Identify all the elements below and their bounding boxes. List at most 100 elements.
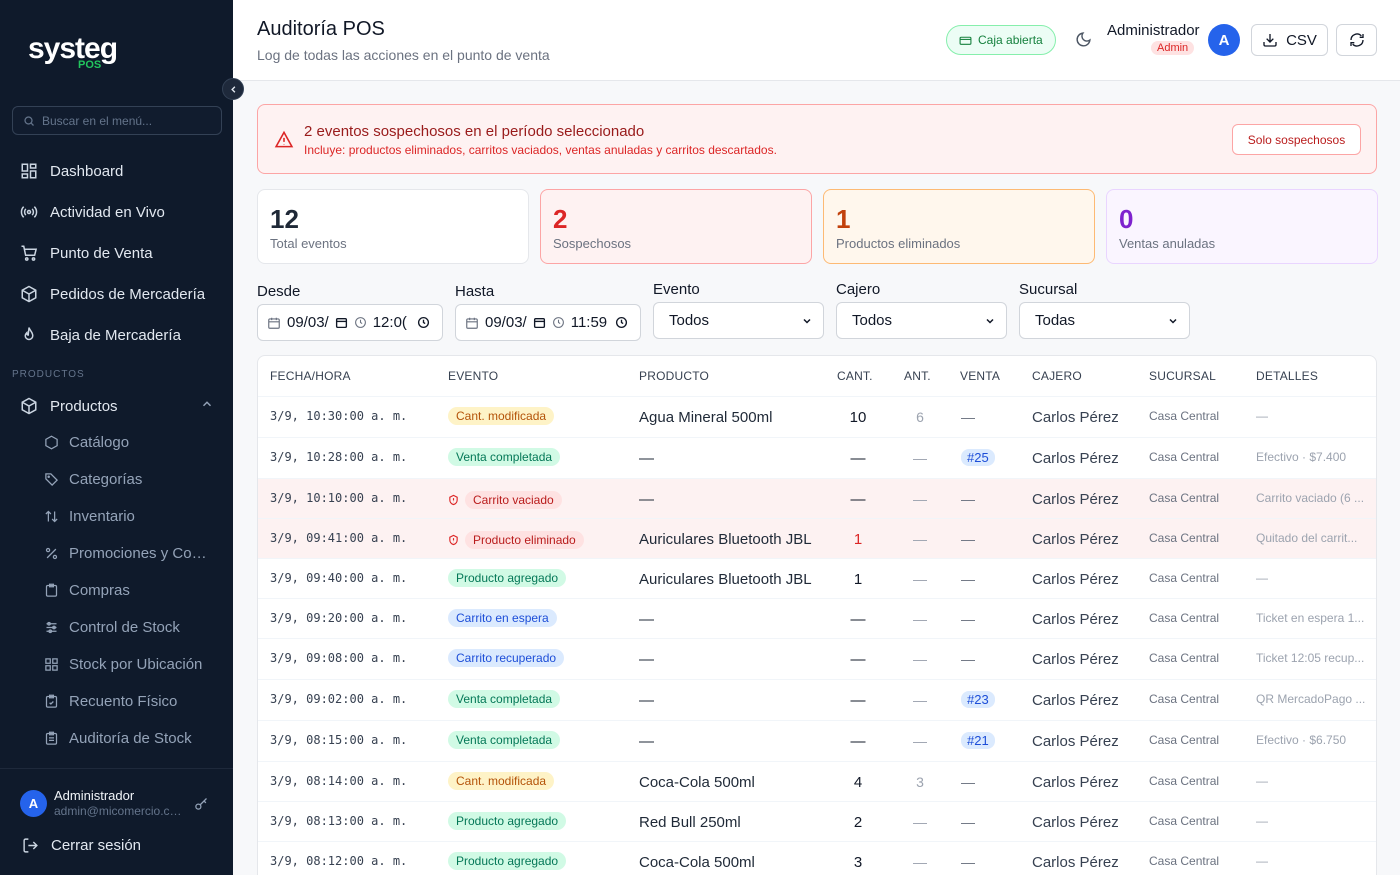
caja-status-badge[interactable]: Caja abierta — [946, 25, 1056, 55]
nav-dashboard[interactable]: Dashboard — [20, 159, 123, 183]
row-date: 3/9, 10:28:00 a. m. — [270, 450, 408, 464]
csv-export-button[interactable]: CSV — [1251, 24, 1328, 56]
event-badge: Carrito vaciado — [448, 489, 570, 511]
header-avatar[interactable]: A — [1208, 24, 1240, 56]
table-row[interactable]: 3/9, 09:02:00 a. m. Venta completada — — — #2… — [258, 679, 1376, 719]
section-productos-label: PRODUCTOS — [12, 369, 85, 380]
event-badge: Producto eliminado — [448, 529, 592, 551]
table-row[interactable]: 3/9, 09:20:00 a. m. Carrito en espera — — — —… — [258, 598, 1376, 638]
row-detalles: — — [1256, 774, 1268, 788]
table-row[interactable]: 3/9, 08:15:00 a. m. Venta completada — — — #2… — [258, 720, 1376, 760]
nav-productos-group[interactable]: Productos — [20, 394, 118, 418]
stat-total-eventos: 12 Total eventos — [257, 189, 529, 264]
logout-button[interactable]: Cerrar sesión — [22, 837, 141, 854]
caja-status-label: Caja abierta — [978, 33, 1043, 47]
event-badge: Producto agregado — [448, 569, 567, 587]
refresh-button[interactable] — [1336, 24, 1377, 56]
logo-sub: POS — [78, 59, 102, 71]
nav-compras[interactable]: Compras — [44, 579, 214, 601]
calendar-picker-icon[interactable] — [335, 316, 348, 329]
chevron-up-icon[interactable] — [200, 397, 214, 411]
nav-control-stock[interactable]: Control de Stock — [44, 616, 214, 638]
sucursal-value: Todas — [1035, 312, 1076, 329]
nav-categorias[interactable]: Categorías — [44, 468, 214, 490]
key-icon[interactable] — [194, 796, 209, 811]
row-ant: — — [913, 531, 927, 547]
catalog-icon — [45, 435, 58, 449]
col-venta[interactable]: VENTA — [960, 369, 1000, 383]
table-row[interactable]: 3/9, 10:28:00 a. m. Venta completada — — — #2… — [258, 437, 1376, 477]
col-detalles[interactable]: DETALLES — [1256, 369, 1318, 383]
col-fecha[interactable]: FECHA/HORA — [270, 369, 351, 383]
table-row[interactable]: 3/9, 10:30:00 a. m. Cant. modificada Agua … — [258, 396, 1376, 436]
row-venta: — — [961, 774, 975, 790]
nav-auditoria-stock[interactable]: Auditoría de Stock — [44, 727, 214, 749]
filter-evento-select[interactable]: Todos — [653, 302, 824, 339]
row-detalles: Ticket en espera 1... — [1256, 611, 1365, 625]
solo-sospechosos-button[interactable]: Solo sospechosos — [1232, 124, 1361, 155]
event-badge: Cant. modificada — [448, 407, 555, 425]
col-producto[interactable]: PRODUCTO — [639, 369, 709, 383]
table-row[interactable]: 3/9, 08:14:00 a. m. Cant. modificada Coca-… — [258, 761, 1376, 801]
time-picker-icon[interactable] — [417, 316, 430, 329]
col-sucursal[interactable]: SUCURSAL — [1149, 369, 1216, 383]
nav-promociones-label: Promociones y Combos — [69, 544, 214, 562]
table-row[interactable]: 3/9, 09:08:00 a. m. Carrito recuperado — — —… — [258, 638, 1376, 678]
nav-actividad[interactable]: Actividad en Vivo — [20, 200, 165, 224]
logo[interactable]: systeg POS — [28, 32, 138, 74]
row-venta[interactable]: #25 — [961, 449, 995, 466]
event-badge: Venta completada — [448, 690, 561, 708]
row-cant: 3 — [853, 854, 863, 871]
table-row[interactable]: 3/9, 09:41:00 a. m. Producto eliminado Aur… — [258, 518, 1376, 558]
row-venta[interactable]: #21 — [961, 732, 995, 749]
time-picker-icon[interactable] — [615, 316, 628, 329]
col-cajero[interactable]: CAJERO — [1032, 369, 1082, 383]
moon-icon[interactable] — [1075, 31, 1092, 48]
row-date: 3/9, 10:10:00 a. m. — [270, 491, 408, 505]
stat-value: 12 — [270, 204, 299, 234]
sidebar-collapse-button[interactable] — [222, 78, 244, 100]
calendar-icon — [268, 317, 280, 329]
row-detalles: QR MercadoPago ... — [1256, 692, 1366, 706]
nav-pedidos-label: Pedidos de Mercadería — [50, 285, 206, 303]
menu-search[interactable] — [12, 106, 222, 135]
cajero-value: Todos — [852, 312, 893, 329]
row-cajero: Carlos Pérez — [1032, 692, 1119, 709]
nav-categorias-label: Categorías — [69, 470, 143, 488]
filter-cajero-select[interactable]: Todos — [836, 302, 1007, 339]
table-row[interactable]: 3/9, 10:10:00 a. m. Carrito vaciado — — — — Ca… — [258, 478, 1376, 518]
table-row[interactable]: 3/9, 08:12:00 a. m. Producto agregado Coca… — [258, 841, 1376, 875]
table-row[interactable]: 3/9, 08:13:00 a. m. Producto agregado Red … — [258, 801, 1376, 841]
row-cant: — — [850, 692, 866, 709]
row-sucursal: Casa Central — [1149, 651, 1220, 665]
row-cajero: Carlos Pérez — [1032, 733, 1119, 750]
nav-promociones[interactable]: Promociones y Combos — [44, 542, 214, 564]
nav-catalogo[interactable]: Catálogo — [44, 431, 214, 453]
row-sucursal: Casa Central — [1149, 571, 1220, 585]
row-cajero: Carlos Pérez — [1032, 651, 1119, 668]
nav-punto-venta[interactable]: Punto de Venta — [20, 241, 153, 265]
calendar-picker-icon[interactable] — [533, 316, 546, 329]
row-ant: — — [913, 814, 927, 830]
nav-stock-ubicacion[interactable]: Stock por Ubicación — [44, 653, 214, 675]
col-ant[interactable]: ANT. — [904, 369, 931, 383]
filter-hasta-input[interactable]: 09/03/ 11:59 — [455, 304, 641, 341]
col-evento[interactable]: EVENTO — [448, 369, 498, 383]
nav-stock-ubicacion-label: Stock por Ubicación — [69, 655, 203, 673]
row-venta[interactable]: #23 — [961, 691, 995, 708]
nav-pedidos[interactable]: Pedidos de Mercadería — [20, 282, 205, 306]
nav-inventario[interactable]: Inventario — [44, 505, 214, 527]
row-product: — — [639, 692, 654, 709]
table-row[interactable]: 3/9, 09:40:00 a. m. Producto agregado Auri… — [258, 558, 1376, 598]
nav-baja[interactable]: Baja de Mercadería — [20, 323, 181, 347]
nav-recuento[interactable]: Recuento Físico — [44, 690, 214, 712]
user-avatar[interactable]: A — [20, 790, 47, 817]
filter-desde-input[interactable]: 09/03/ 12:0( — [257, 304, 443, 341]
col-cant[interactable]: CANT. — [837, 369, 873, 383]
menu-search-input[interactable] — [42, 113, 212, 128]
sort-arrows-icon — [45, 510, 58, 522]
row-cant: — — [850, 733, 866, 750]
row-venta: — — [961, 409, 975, 425]
event-badge: Producto agregado — [448, 812, 567, 830]
filter-sucursal-select[interactable]: Todas — [1019, 302, 1190, 339]
